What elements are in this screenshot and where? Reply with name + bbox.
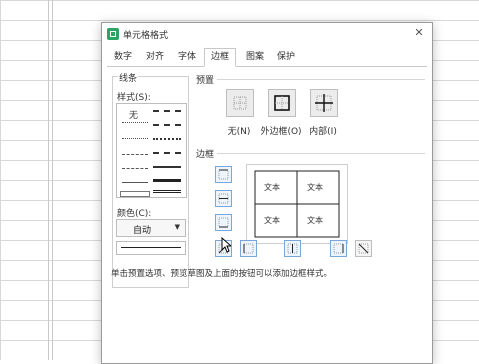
tab-border[interactable]: 边框 bbox=[204, 48, 236, 67]
border-preview-grid bbox=[254, 170, 340, 238]
line-style-option[interactable] bbox=[153, 179, 181, 182]
line-color-label: 颜色(C): bbox=[116, 206, 153, 219]
preset-inside-icon bbox=[315, 94, 333, 112]
border-hint-text: 单击预置选项、预览草图及上面的按钮可以添加边框样式。 bbox=[111, 269, 333, 279]
line-style-option[interactable] bbox=[122, 168, 148, 169]
border-left-icon bbox=[243, 243, 254, 254]
tab-font[interactable]: 字体 bbox=[175, 50, 199, 65]
border-preview[interactable]: 文本 文本 文本 文本 bbox=[246, 164, 348, 244]
border-bottom-button[interactable] bbox=[215, 214, 232, 231]
line-style-option[interactable] bbox=[153, 190, 181, 193]
column-divider bbox=[52, 0, 53, 360]
line-color-value: 自动 bbox=[133, 226, 152, 236]
dialog-title: 单元格格式 bbox=[123, 31, 169, 41]
column-divider bbox=[48, 0, 49, 360]
line-style-option[interactable] bbox=[153, 124, 181, 126]
line-group-label: 线条 bbox=[118, 71, 139, 84]
preview-cell-text: 文本 bbox=[264, 216, 280, 225]
spreadsheet-app-icon bbox=[107, 28, 119, 40]
presets-label: 预置 bbox=[195, 73, 216, 86]
border-middle-horizontal-button[interactable] bbox=[215, 190, 232, 207]
presets-divider bbox=[217, 79, 425, 80]
preset-none-button[interactable] bbox=[226, 89, 254, 117]
preview-cell-text: 文本 bbox=[264, 183, 280, 192]
line-color-select[interactable]: 自动 ▼ bbox=[116, 219, 186, 237]
preview-cell-text: 文本 bbox=[307, 183, 323, 192]
border-left-button[interactable] bbox=[240, 240, 257, 257]
border-diagonal-down-button[interactable] bbox=[355, 240, 372, 257]
line-style-list[interactable]: 无 bbox=[116, 103, 187, 198]
mouse-pointer-icon bbox=[221, 237, 231, 253]
border-middle-vertical-button[interactable] bbox=[284, 240, 301, 257]
close-icon[interactable]: ✕ bbox=[412, 26, 426, 40]
line-style-option[interactable] bbox=[153, 152, 181, 154]
tab-strip: 数字 对齐 字体 边框 图案 保护 bbox=[107, 48, 427, 67]
preset-inside-button[interactable] bbox=[310, 89, 338, 117]
border-diagonal-down-icon bbox=[358, 243, 369, 254]
line-style-option[interactable] bbox=[153, 138, 181, 140]
line-style-option[interactable] bbox=[122, 154, 148, 155]
line-style-label: 样式(S): bbox=[116, 90, 152, 103]
line-style-option[interactable] bbox=[122, 182, 148, 183]
line-style-option[interactable] bbox=[122, 122, 148, 123]
tab-protection[interactable]: 保护 bbox=[274, 50, 298, 65]
line-style-option[interactable] bbox=[153, 110, 181, 112]
border-right-icon bbox=[333, 243, 344, 254]
border-inside-vertical-icon bbox=[287, 243, 298, 254]
tab-pattern[interactable]: 图案 bbox=[243, 50, 267, 65]
preset-outline-button[interactable] bbox=[268, 89, 296, 117]
tab-number[interactable]: 数字 bbox=[111, 50, 135, 65]
line-style-option[interactable] bbox=[153, 166, 181, 168]
preset-inside-label: 内部(I) bbox=[309, 127, 337, 137]
line-style-option[interactable] bbox=[122, 138, 148, 139]
border-top-icon bbox=[218, 169, 229, 180]
line-color-preview bbox=[116, 241, 186, 255]
cell-format-dialog: 单元格格式 ✕ 数字 对齐 字体 边框 图案 保护 线条 样式(S): 无 颜色… bbox=[101, 22, 433, 364]
border-right-button[interactable] bbox=[330, 240, 347, 257]
border-bottom-icon bbox=[218, 217, 229, 228]
border-top-button[interactable] bbox=[215, 166, 232, 183]
preview-cell-text: 文本 bbox=[307, 216, 323, 225]
line-style-none[interactable]: 无 bbox=[129, 108, 138, 121]
preset-none-icon bbox=[233, 96, 247, 110]
line-style-selected[interactable] bbox=[120, 191, 150, 197]
border-group-label: 边框 bbox=[195, 147, 216, 160]
dialog-titlebar[interactable]: 单元格格式 ✕ bbox=[102, 23, 432, 45]
border-divider bbox=[217, 153, 425, 154]
dropdown-arrow-icon: ▼ bbox=[174, 223, 180, 231]
preset-outline-icon bbox=[274, 95, 290, 111]
tab-alignment[interactable]: 对齐 bbox=[143, 50, 167, 65]
border-inside-horizontal-icon bbox=[218, 193, 229, 204]
